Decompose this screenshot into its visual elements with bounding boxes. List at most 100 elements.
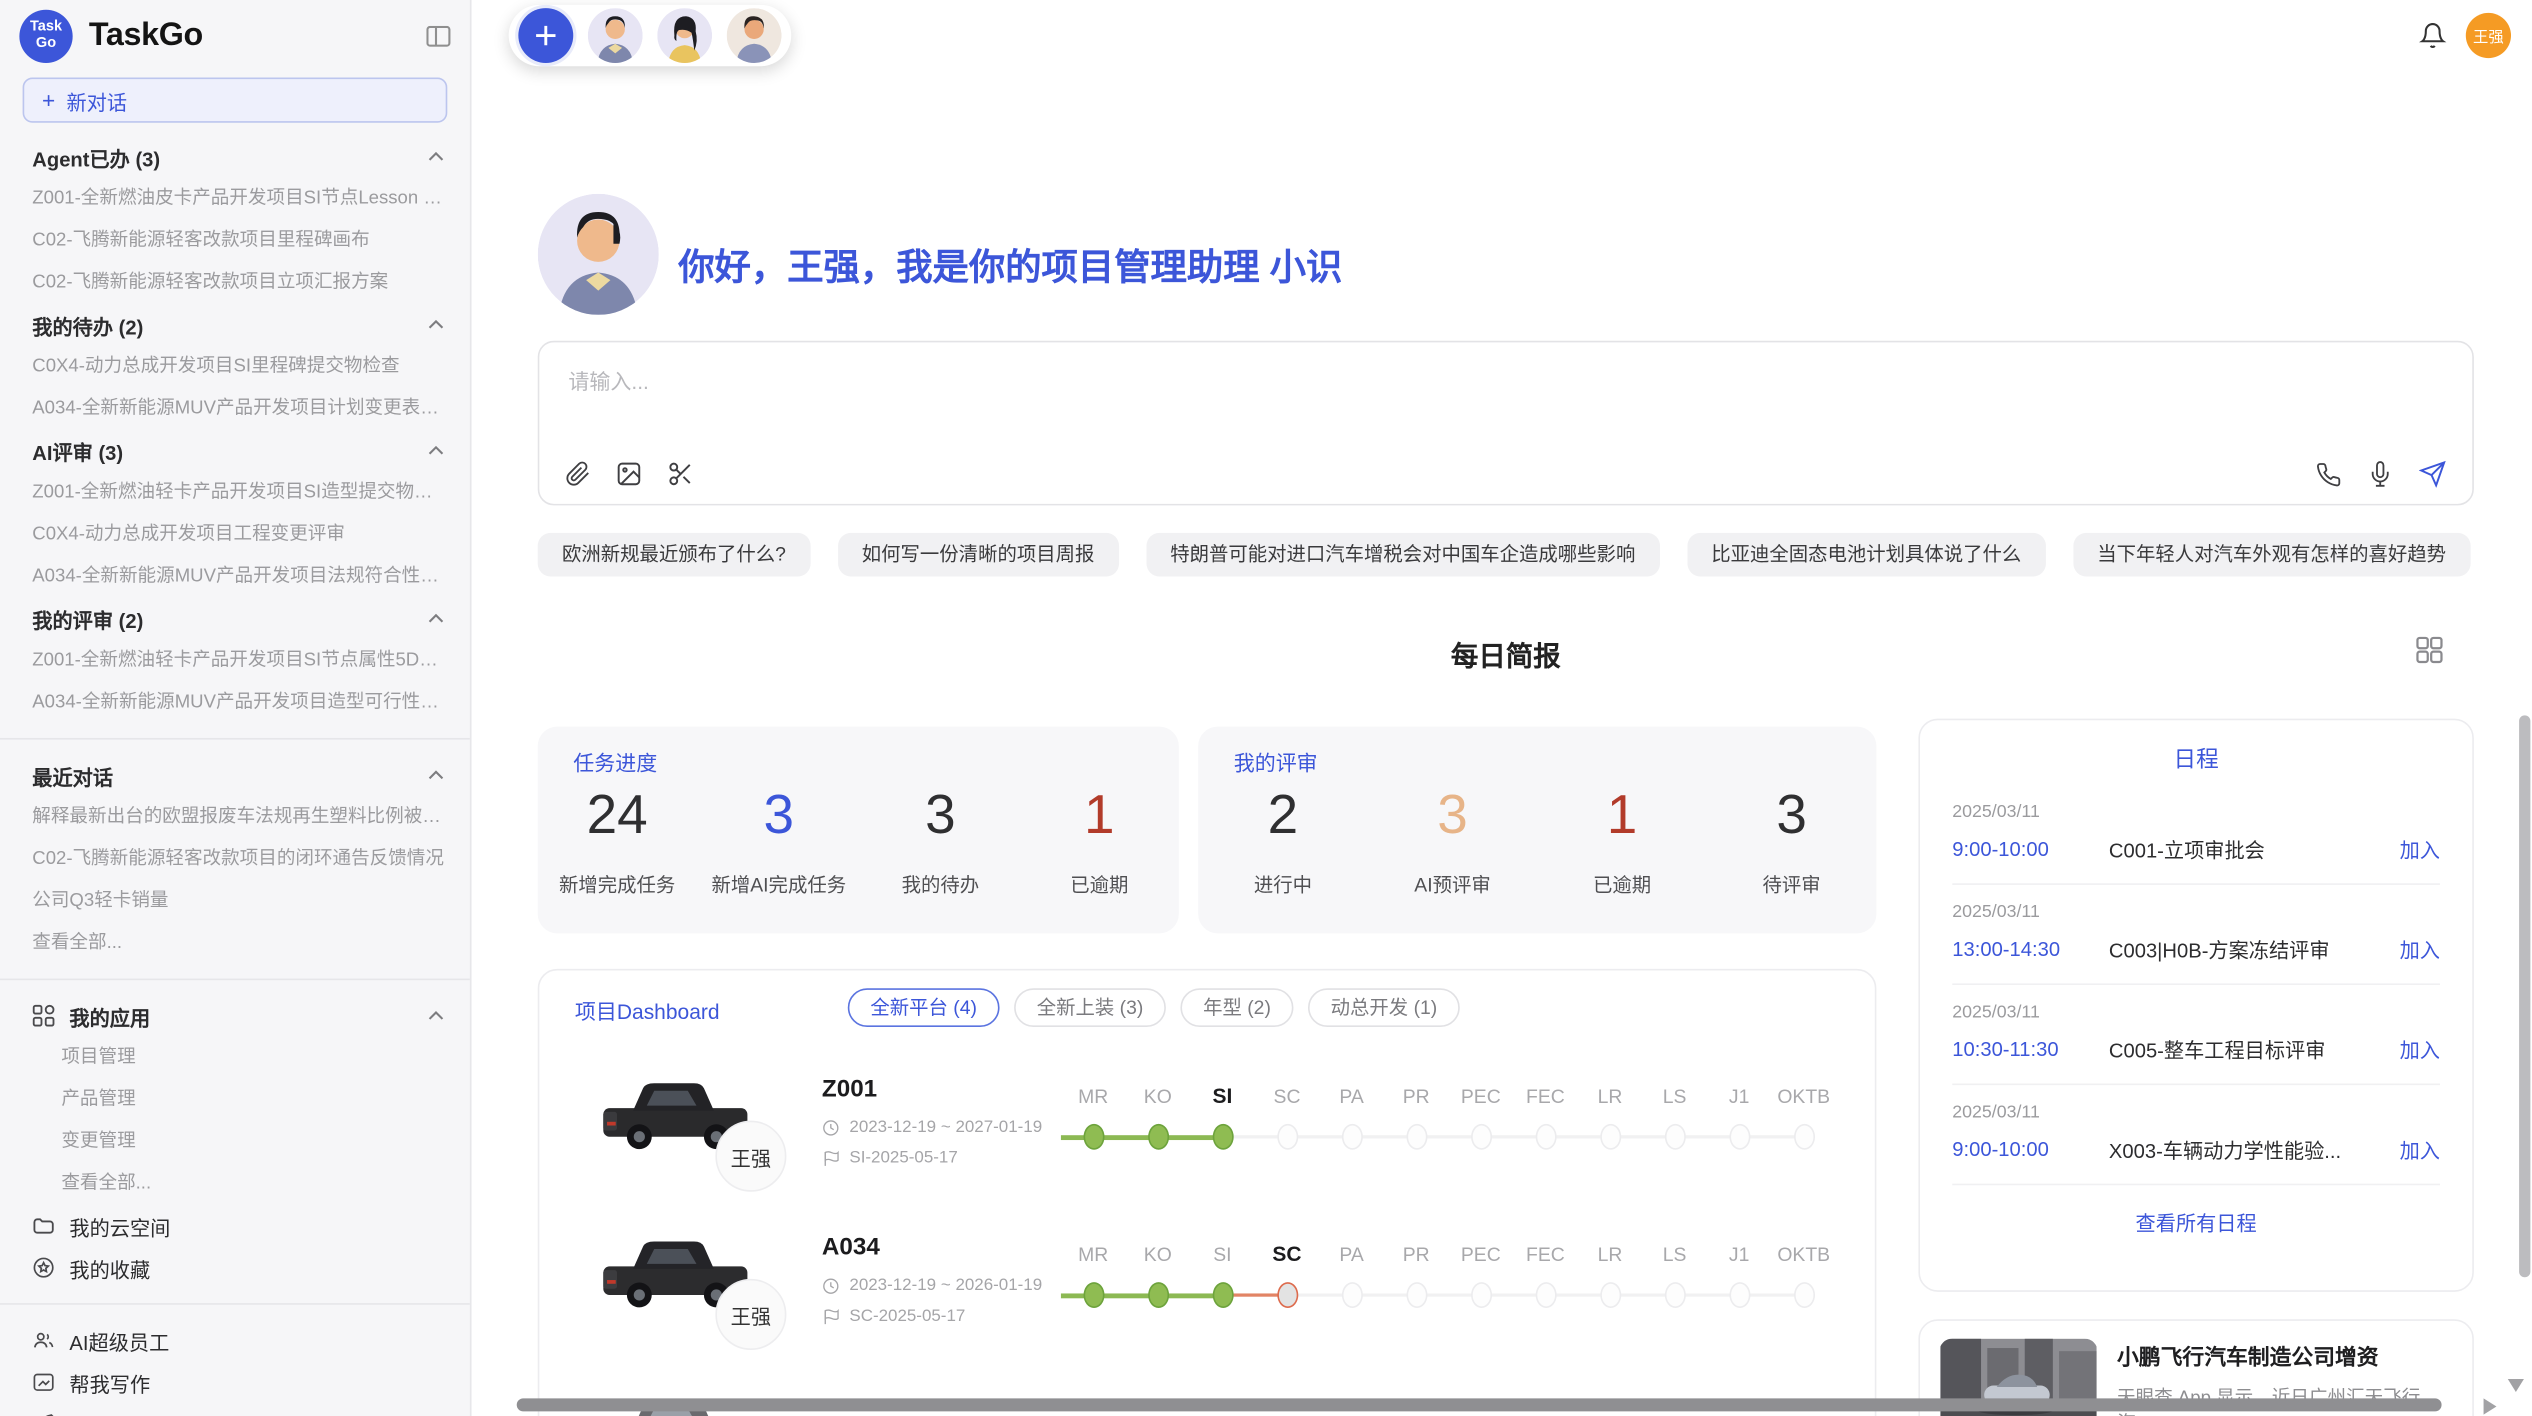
milestone-label-current: SC xyxy=(1255,1237,1320,1273)
microphone-icon[interactable] xyxy=(2367,460,2393,487)
divider xyxy=(0,1303,470,1305)
sidebar-item-ai-employee[interactable]: AI超级员工 xyxy=(0,1319,470,1361)
recent-view-all[interactable]: 查看全部... xyxy=(0,922,470,964)
sidebar-item[interactable]: Z001-全新燃油皮卡产品开发项目SI节点Lesson Learn报告 xyxy=(0,178,470,220)
sidebar-item[interactable]: A034-全新新能源MUV产品开发项目法规符合性评审 xyxy=(0,555,470,597)
divider xyxy=(0,738,470,740)
horizontal-scrollbar-thumb[interactable] xyxy=(517,1398,2442,1411)
clock-icon xyxy=(822,1276,840,1294)
apps-view-all[interactable]: 查看全部... xyxy=(0,1163,470,1205)
apps-grid-icon xyxy=(32,1004,55,1027)
sidebar-item-change-mgmt[interactable]: 变更管理 xyxy=(0,1121,470,1163)
sidebar-section-ai-review[interactable]: AI评审 (3) xyxy=(0,430,470,472)
event-date: 2025/03/11 xyxy=(1952,1003,2440,1022)
schedule-view-all[interactable]: 查看所有日程 xyxy=(1952,1206,2440,1237)
filter-chip[interactable]: 全新上装 (3) xyxy=(1014,988,1166,1027)
project-row[interactable]: 王强 Z001 2023-12-19 ~ 2027-01-19 SI-2025-… xyxy=(539,1059,1876,1212)
suggestion-chip[interactable]: 如何写一份清晰的项目周报 xyxy=(838,533,1119,577)
stat-value: 3 xyxy=(1388,788,1517,843)
sidebar-item-cloud-space[interactable]: 我的云空间 xyxy=(0,1205,470,1247)
section-label: AI评审 (3) xyxy=(32,435,123,466)
sidebar-item[interactable]: Z001-全新燃油轻卡产品开发项目SI节点属性5D文件评审 xyxy=(0,639,470,681)
agent-avatar[interactable] xyxy=(727,8,782,63)
filter-chip[interactable]: 全新平台 (4) xyxy=(848,988,1000,1027)
scroll-right-arrow[interactable] xyxy=(2484,1398,2497,1414)
project-dates: 2023-12-19 ~ 2027-01-19 xyxy=(822,1117,1042,1136)
milestone-dot xyxy=(1664,1282,1685,1308)
project-row[interactable]: 王强 A034 2023-12-19 ~ 2026-01-19 SC-2025-… xyxy=(539,1218,1876,1371)
message-input[interactable] xyxy=(565,362,2446,443)
filter-chip[interactable]: 年型 (2) xyxy=(1180,988,1293,1027)
milestone-label: PEC xyxy=(1448,1237,1513,1273)
chevron-up-icon[interactable] xyxy=(428,152,444,162)
recent-chat-item[interactable]: C02-飞腾新能源轻客改款项目的闭环通告反馈情况 xyxy=(0,838,470,880)
chevron-up-icon[interactable] xyxy=(428,320,444,330)
sidebar-section-recent-chats[interactable]: 最近对话 xyxy=(0,754,470,796)
agent-avatar[interactable] xyxy=(657,8,712,63)
sidebar-item[interactable]: C02-飞腾新能源轻客改款项目立项汇报方案 xyxy=(0,262,470,304)
scroll-down-arrow[interactable] xyxy=(2508,1379,2524,1392)
notification-bell-icon[interactable] xyxy=(2419,21,2446,50)
layout-grid-icon[interactable] xyxy=(2416,636,2443,663)
milestone-dot xyxy=(1406,1282,1427,1308)
chevron-up-icon[interactable] xyxy=(428,446,444,456)
sidebar-section-agent-done[interactable]: Agent已办 (3) xyxy=(0,136,470,178)
people-icon xyxy=(32,1329,55,1352)
stat-column: 1 已逾期 xyxy=(1035,788,1164,898)
attachment-icon[interactable] xyxy=(565,460,591,487)
plus-icon: + xyxy=(42,89,55,112)
sidebar-item-favorites[interactable]: 我的收藏 xyxy=(0,1247,470,1289)
suggestion-chip[interactable]: 当下年轻人对汽车外观有怎样的喜好趋势 xyxy=(2073,533,2470,577)
add-agent-button[interactable] xyxy=(518,8,573,63)
filter-chip[interactable]: 动总开发 (1) xyxy=(1308,988,1460,1027)
chevron-up-icon[interactable] xyxy=(428,770,444,780)
vertical-scrollbar-thumb[interactable] xyxy=(2519,715,2530,1277)
agent-avatar[interactable] xyxy=(588,8,643,63)
event-join-link[interactable]: 加入 xyxy=(2400,833,2440,864)
recent-chat-item[interactable]: 公司Q3轻卡销量 xyxy=(0,880,470,922)
sidebar-collapse-icon[interactable] xyxy=(426,25,450,46)
news-title: 小鹏飞行汽车制造公司增资 xyxy=(2117,1339,2453,1371)
sidebar-item-help-write[interactable]: 帮我写作 xyxy=(0,1361,470,1403)
recent-chat-item[interactable]: 解释最新出台的欧盟报废车法规再生塑料比例被调至15%... xyxy=(0,796,470,838)
suggestion-chip[interactable]: 特朗普可能对进口汽车增税会对中国车企造成哪些影响 xyxy=(1146,533,1660,577)
milestone-dot xyxy=(1212,1282,1233,1308)
section-label: Agent已办 (3) xyxy=(32,141,160,172)
sidebar-item[interactable]: C0X4-动力总成开发项目工程变更评审 xyxy=(0,514,470,556)
sidebar-item-creative-draw[interactable]: 创意制图 xyxy=(0,1403,470,1416)
schedule-card: 日程 2025/03/11 9:00-10:00 C001-立项审批会 加入 2… xyxy=(1918,719,2473,1292)
sidebar-item-project-mgmt[interactable]: 项目管理 xyxy=(0,1037,470,1079)
milestone-dot xyxy=(1276,1124,1297,1150)
sidebar-item-product-mgmt[interactable]: 产品管理 xyxy=(0,1079,470,1121)
suggestion-chip[interactable]: 欧洲新规最近颁布了什么? xyxy=(538,533,810,577)
chevron-up-icon[interactable] xyxy=(428,614,444,624)
project-dates: 2023-12-19 ~ 2026-01-19 xyxy=(822,1276,1042,1295)
sidebar-item-my-apps[interactable]: 我的应用 xyxy=(0,995,470,1037)
sidebar-item[interactable]: A034-全新新能源MUV产品开发项目计划变更表编写 xyxy=(0,388,470,430)
milestone-track: MR KO SI SC PA PR PEC FEC LR LS J1 OKTB xyxy=(1061,1079,1836,1150)
milestone-label: OKTB xyxy=(1771,1237,1836,1273)
cloud-space-label: 我的云空间 xyxy=(69,1210,170,1241)
sidebar-section-my-review[interactable]: 我的评审 (2) xyxy=(0,597,470,639)
event-join-link[interactable]: 加入 xyxy=(2400,933,2440,964)
suggestion-chip[interactable]: 比亚迪全固态电池计划具体说了什么 xyxy=(1687,533,2046,577)
stat-column: 3 我的待办 xyxy=(876,788,1005,898)
new-chat-button[interactable]: + 新对话 xyxy=(23,78,448,123)
sidebar-item[interactable]: Z001-全新燃油轻卡产品开发项目SI造型提交物评审 xyxy=(0,472,470,514)
event-join-link[interactable]: 加入 xyxy=(2400,1033,2440,1064)
scissors-icon[interactable] xyxy=(667,460,694,487)
project-code: Z001 xyxy=(822,1075,877,1102)
sidebar-item[interactable]: C02-飞腾新能源轻客改款项目里程碑画布 xyxy=(0,220,470,262)
schedule-event: 2025/03/11 10:30-11:30 C005-整车工程目标评审 加入 xyxy=(1952,985,2440,1085)
event-join-link[interactable]: 加入 xyxy=(2400,1134,2440,1165)
phone-icon[interactable] xyxy=(2316,461,2342,487)
sidebar-section-my-todo[interactable]: 我的待办 (2) xyxy=(0,304,470,346)
cloud-folder-icon xyxy=(32,1214,55,1237)
chevron-up-icon[interactable] xyxy=(428,1011,444,1021)
image-icon[interactable] xyxy=(615,460,642,487)
schedule-event: 2025/03/11 13:00-14:30 C003|H0B-方案冻结评审 加… xyxy=(1952,885,2440,985)
user-avatar[interactable]: 王强 xyxy=(2466,13,2511,58)
send-icon[interactable] xyxy=(2419,460,2446,487)
sidebar-item[interactable]: C0X4-动力总成开发项目SI里程碑提交物检查 xyxy=(0,346,470,388)
sidebar-item[interactable]: A034-全新新能源MUV产品开发项目造型可行性评审 xyxy=(0,681,470,723)
